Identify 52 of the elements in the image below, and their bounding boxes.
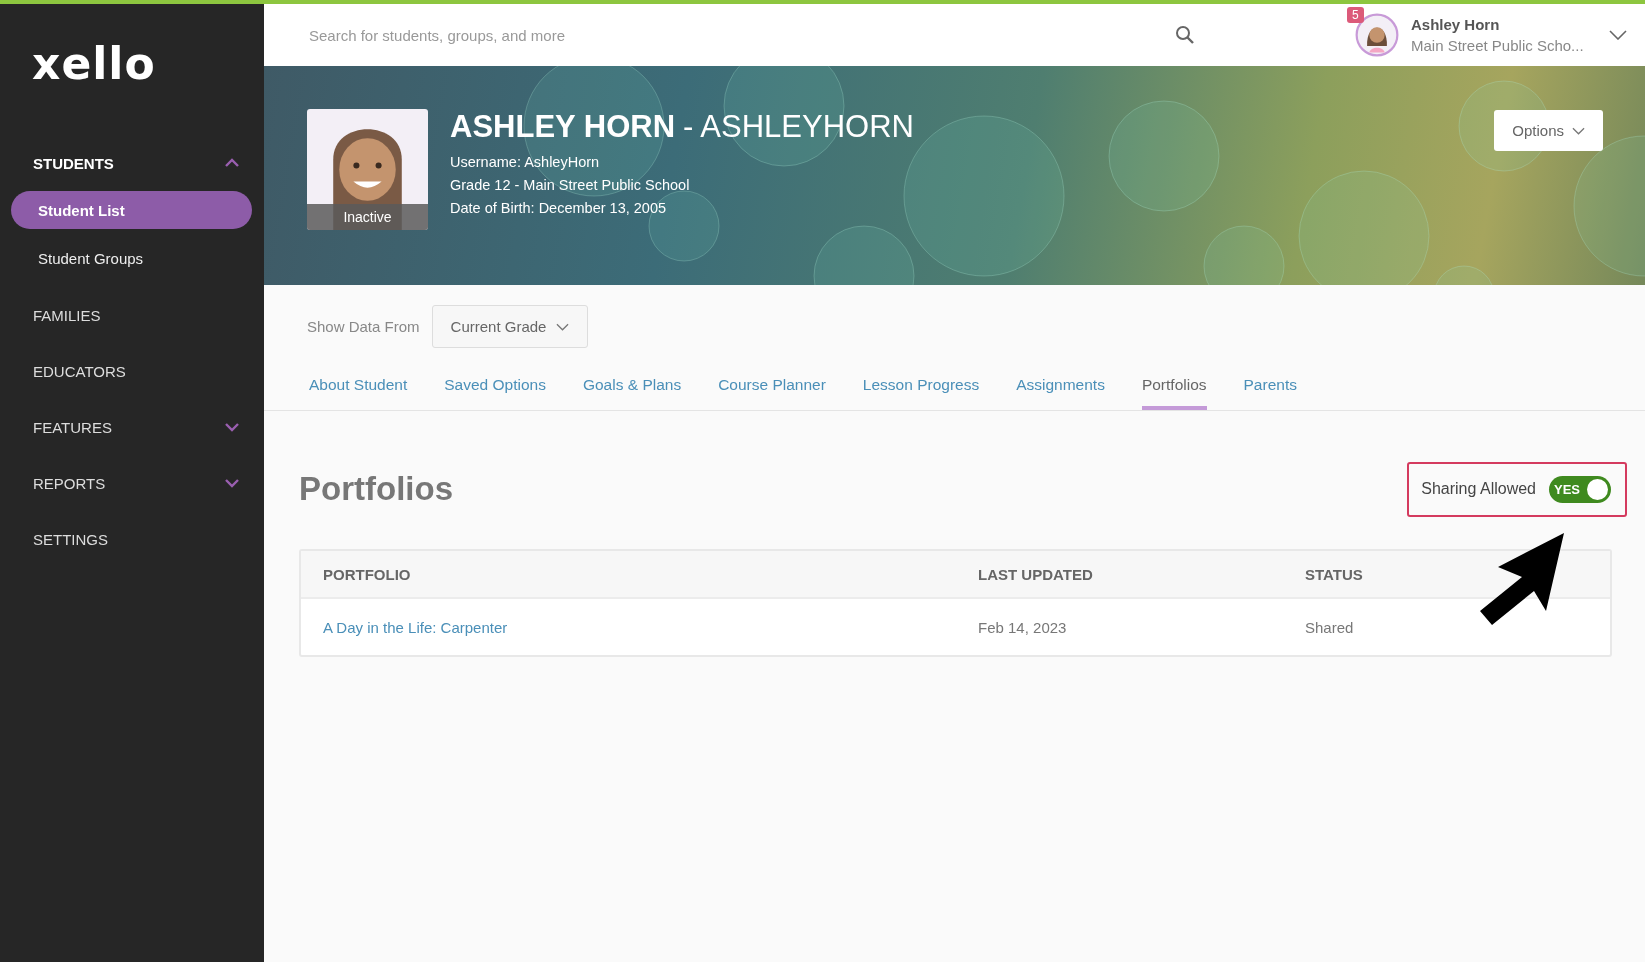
tab[interactable]: Goals & Plans (582, 376, 682, 410)
notification-badge: 5 (1347, 7, 1364, 23)
user-name: Ashley Horn (1411, 16, 1501, 33)
sub-nav-item[interactable]: Student List (11, 191, 252, 229)
status-label: Inactive (307, 204, 428, 230)
filter-label: Show Data From (307, 318, 420, 335)
nav-item[interactable]: FEATURES (0, 399, 264, 455)
portfolio-link[interactable]: A Day in the Life: Carpenter (323, 618, 978, 636)
logo: xello (32, 38, 156, 89)
column-header: PORTFOLIO (323, 565, 412, 583)
table-cell-text: Feb 14, 2023 (978, 618, 1068, 636)
sub-nav-item[interactable]: Student Groups (11, 239, 252, 277)
chevron-down-icon[interactable] (1609, 30, 1627, 40)
student-name: ASHLEY HORN (450, 109, 676, 145)
tab[interactable]: Saved Options (444, 376, 546, 410)
chevron-down-icon (556, 322, 570, 331)
column-header: STATUS (1305, 565, 1363, 583)
student-username-heading: - ASHLEYHORN (683, 109, 914, 145)
sharing-toggle[interactable]: YES (1549, 475, 1611, 503)
nav-item[interactable]: FAMILIES (0, 287, 264, 343)
student-detail: Grade 12 - Main Street Public School (450, 176, 691, 195)
tab[interactable]: Course Planner (718, 376, 826, 410)
options-button[interactable]: Options (1494, 110, 1603, 151)
nav-item[interactable]: EDUCATORS (0, 343, 264, 399)
tab[interactable]: Parents (1243, 376, 1297, 410)
student-detail: Date of Birth: December 13, 2005 (450, 199, 667, 218)
section-title: Portfolios (299, 470, 453, 508)
chevron-up-icon[interactable] (224, 158, 240, 168)
sharing-label: Sharing Allowed (1421, 480, 1536, 498)
student-detail: Username: AshleyHorn (450, 153, 601, 172)
tab[interactable]: Lesson Progress (862, 376, 980, 410)
user-school: Main Street Public Scho... (1411, 37, 1585, 54)
column-header: LAST UPDATED (978, 565, 1094, 583)
grade-dropdown[interactable]: Current Grade (431, 305, 589, 348)
nav-item[interactable]: SETTINGS (0, 511, 264, 567)
search-field[interactable]: Search for students, groups, and more (307, 25, 1179, 45)
table-cell: Shared (1305, 618, 1354, 636)
nav-label[interactable]: FEATURES (33, 418, 112, 436)
nav-item[interactable]: REPORTS (0, 455, 264, 511)
nav-label[interactable]: REPORTS (33, 474, 106, 492)
search-icon[interactable] (1175, 25, 1195, 45)
nav-label[interactable]: FAMILIES (33, 306, 101, 324)
chevron-down-icon[interactable] (224, 478, 240, 488)
tab[interactable]: About Student (309, 376, 408, 410)
chevron-down-icon (1572, 126, 1585, 135)
tab[interactable]: Assignments (1016, 376, 1105, 410)
nav-label[interactable]: EDUCATORS (33, 362, 126, 380)
tab[interactable]: Portfolios (1141, 376, 1207, 410)
nav-item[interactable]: STUDENTS (0, 135, 264, 191)
chevron-down-icon[interactable] (224, 422, 240, 432)
nav-label[interactable]: STUDENTS (33, 154, 114, 172)
nav-label[interactable]: SETTINGS (33, 530, 108, 548)
